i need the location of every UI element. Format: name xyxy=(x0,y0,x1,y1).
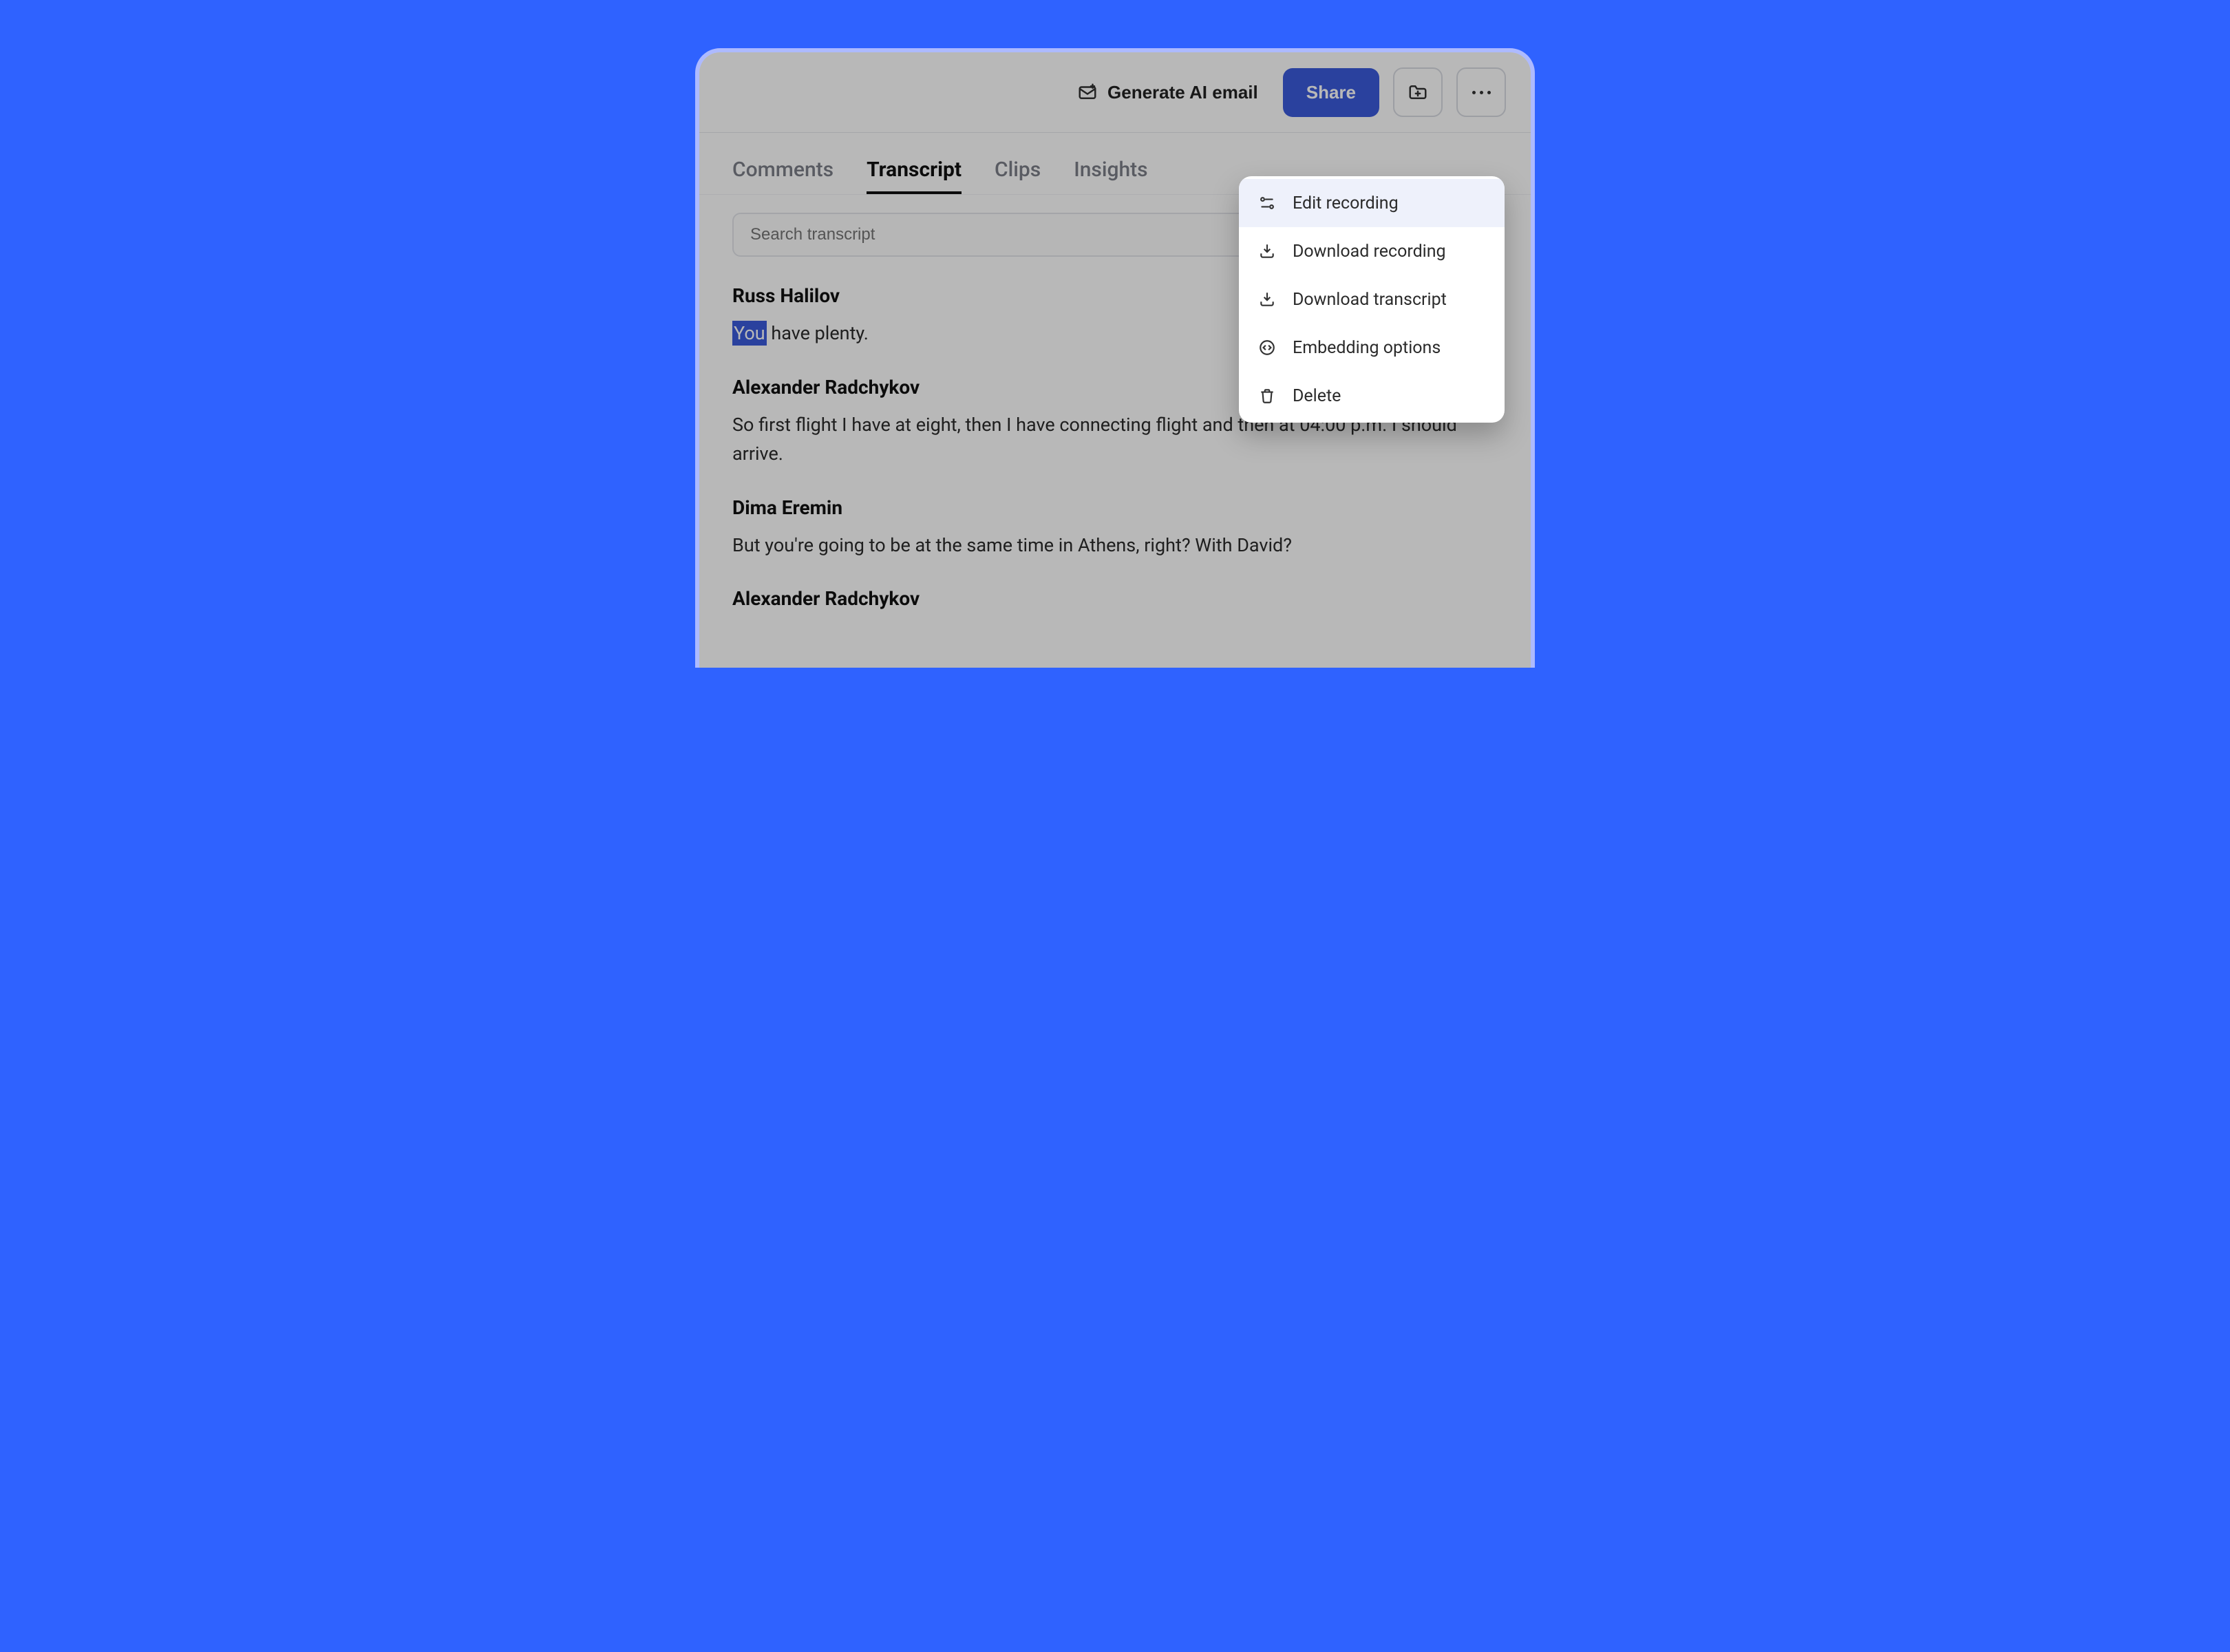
add-to-folder-button[interactable] xyxy=(1393,67,1443,117)
more-menu-dropdown: Edit recording Download recording Do xyxy=(1239,176,1505,423)
share-button[interactable]: Share xyxy=(1283,68,1379,117)
line-rest: have plenty. xyxy=(767,322,869,344)
speaker-name: Dima Eremin xyxy=(732,496,1498,519)
menu-item-download-recording[interactable]: Download recording xyxy=(1239,227,1505,275)
generate-ai-email-button[interactable]: Generate AI email xyxy=(1066,75,1269,110)
transcript-line[interactable]: But you're going to be at the same time … xyxy=(732,531,1498,560)
menu-item-label: Delete xyxy=(1293,386,1341,406)
folder-plus-icon xyxy=(1408,82,1428,103)
menu-item-label: Download transcript xyxy=(1293,290,1447,310)
highlighted-word: You xyxy=(732,321,767,346)
email-plus-icon xyxy=(1077,82,1098,103)
tab-clips[interactable]: Clips xyxy=(995,158,1041,194)
generate-ai-label: Generate AI email xyxy=(1107,82,1258,103)
tab-transcript[interactable]: Transcript xyxy=(867,158,962,194)
download-icon xyxy=(1257,289,1277,310)
trash-icon xyxy=(1257,385,1277,406)
menu-item-label: Embedding options xyxy=(1293,338,1441,358)
more-menu-button[interactable] xyxy=(1456,67,1506,117)
tab-comments[interactable]: Comments xyxy=(732,158,833,194)
speaker-name: Alexander Radchykov xyxy=(732,587,1498,610)
menu-item-label: Edit recording xyxy=(1293,193,1399,213)
code-circle-icon xyxy=(1257,337,1277,358)
app-frame: Generate AI email Share Comments Transcr… xyxy=(695,48,1535,668)
download-icon xyxy=(1257,241,1277,262)
menu-item-download-transcript[interactable]: Download transcript xyxy=(1239,275,1505,324)
edit-sliders-icon xyxy=(1257,193,1277,213)
top-bar: Generate AI email Share xyxy=(699,52,1531,133)
transcript-entry: Dima Eremin But you're going to be at th… xyxy=(732,496,1498,560)
transcript-entry: Alexander Radchykov xyxy=(732,587,1498,610)
tab-insights[interactable]: Insights xyxy=(1074,158,1147,194)
more-icon xyxy=(1472,91,1491,94)
menu-item-embedding-options[interactable]: Embedding options xyxy=(1239,324,1505,372)
share-label: Share xyxy=(1306,82,1356,103)
menu-item-delete[interactable]: Delete xyxy=(1239,372,1505,420)
menu-item-label: Download recording xyxy=(1293,242,1446,262)
menu-item-edit-recording[interactable]: Edit recording xyxy=(1239,179,1505,227)
